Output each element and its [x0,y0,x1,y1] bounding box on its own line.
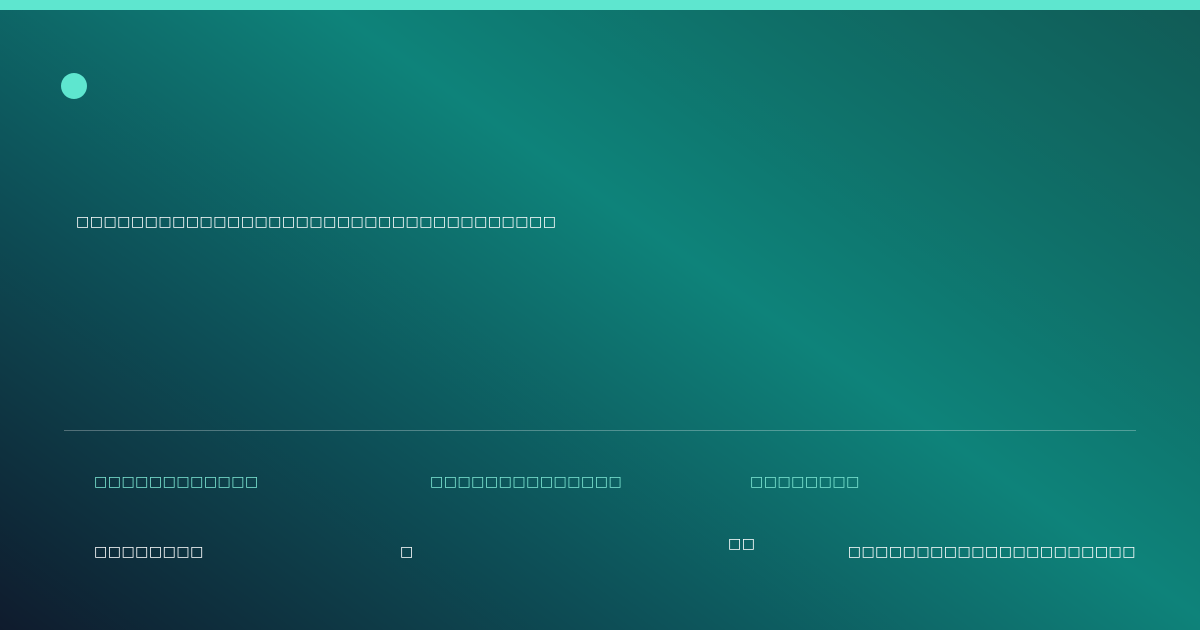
stat-label-2: □□□□□□□□□□□□□□ [430,474,623,490]
stat-value-3: □□ [728,536,756,552]
share-card: □□□□□□□□□□□□□□□□□□□□□□□□□□□□□□□□□□□ □□□□… [0,0,1200,630]
logo-dot-icon [61,73,87,99]
stat-label-3: □□□□□□□□ [750,474,860,490]
top-accent-bar [0,0,1200,10]
stat-label-1: □□□□□□□□□□□□ [94,474,259,490]
divider [64,430,1136,431]
card-headline: □□□□□□□□□□□□□□□□□□□□□□□□□□□□□□□□□□□ [76,214,557,230]
stat-value-1: □□□□□□□□ [94,544,204,560]
stat-value-2: □ [400,544,414,560]
footer-note: □□□□□□□□□□□□□□□□□□□□□ [847,544,1136,560]
